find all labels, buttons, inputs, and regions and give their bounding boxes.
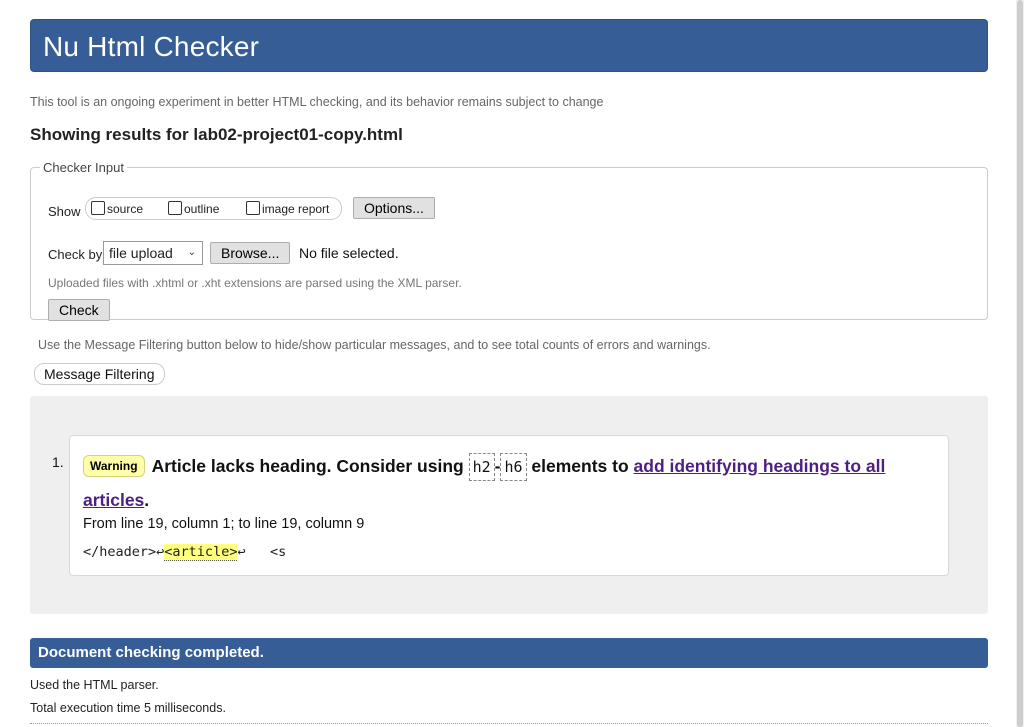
message-text-before: Article lacks heading. Consider using (151, 456, 469, 476)
message-location: From line 19, column 1; to line 19, colu… (83, 516, 365, 532)
outline-checkbox[interactable] (168, 201, 182, 215)
message-text-after: . (144, 490, 150, 510)
scrollbar-thumb[interactable] (1017, 0, 1023, 727)
browse-button[interactable]: Browse... (210, 242, 291, 264)
results-panel: 1. Warning Article lacks heading. Conside… (30, 396, 988, 614)
show-source-option[interactable]: source (91, 201, 143, 216)
message-number: 1. (52, 454, 64, 470)
show-options-group: source outline image report (85, 197, 342, 220)
message-text-mid: elements to (526, 456, 634, 476)
code-h6: h6 (500, 453, 527, 481)
message-filtering-button[interactable]: Message Filtering (34, 363, 165, 385)
divider (30, 723, 988, 724)
outline-option-label: outline (184, 202, 220, 216)
checker-input-fieldset: Checker Input Show source outline image … (30, 160, 988, 321)
code-h2: h2 (468, 453, 495, 481)
extract-highlight: <article> (164, 544, 238, 561)
completion-bar: Document checking completed. (30, 638, 988, 668)
return-icon: ↩ (237, 544, 246, 560)
check-by-selected-value: file upload (109, 245, 173, 261)
file-status: No file selected. (299, 245, 399, 261)
show-outline-option[interactable]: outline (168, 201, 219, 216)
extract-before: </header> (83, 544, 157, 560)
check-by-select[interactable]: file upload ⌄ (103, 241, 203, 265)
vertical-scrollbar[interactable] (1016, 0, 1024, 727)
experiment-notice: This tool is an ongoing experiment in be… (30, 95, 604, 109)
message-filtering-note: Use the Message Filtering button below t… (38, 338, 711, 352)
image-report-option-label: image report (262, 202, 330, 216)
check-button[interactable]: Check (48, 299, 110, 321)
source-option-label: source (107, 202, 144, 216)
page-title: Showing results for lab02-project01-copy… (30, 125, 403, 144)
show-image-report-option[interactable]: image report (246, 201, 329, 216)
checker-input-legend: Checker Input (43, 160, 124, 175)
source-checkbox[interactable] (91, 201, 105, 215)
xml-parser-note: Uploaded files with .xhtml or .xht exten… (48, 276, 462, 290)
check-by-label: Check by (48, 247, 103, 262)
warning-badge: Warning (83, 455, 145, 477)
execution-time: Total execution time 5 milliseconds. (30, 701, 226, 715)
parser-info: Used the HTML parser. (30, 678, 159, 692)
message-item: Warning Article lacks heading. Consider u… (69, 435, 949, 576)
message-summary: Warning Article lacks heading. Consider u… (83, 449, 943, 517)
app-header: Nu Html Checker (30, 19, 988, 72)
chevron-down-icon: ⌄ (187, 247, 196, 258)
options-button[interactable]: Options... (353, 197, 435, 219)
app-title: Nu Html Checker (43, 31, 260, 62)
code-extract: </header>↩<article>↩ <s (83, 544, 287, 561)
show-label: Show (48, 204, 81, 219)
extract-after: <s (245, 544, 287, 560)
image-report-checkbox[interactable] (246, 201, 260, 215)
